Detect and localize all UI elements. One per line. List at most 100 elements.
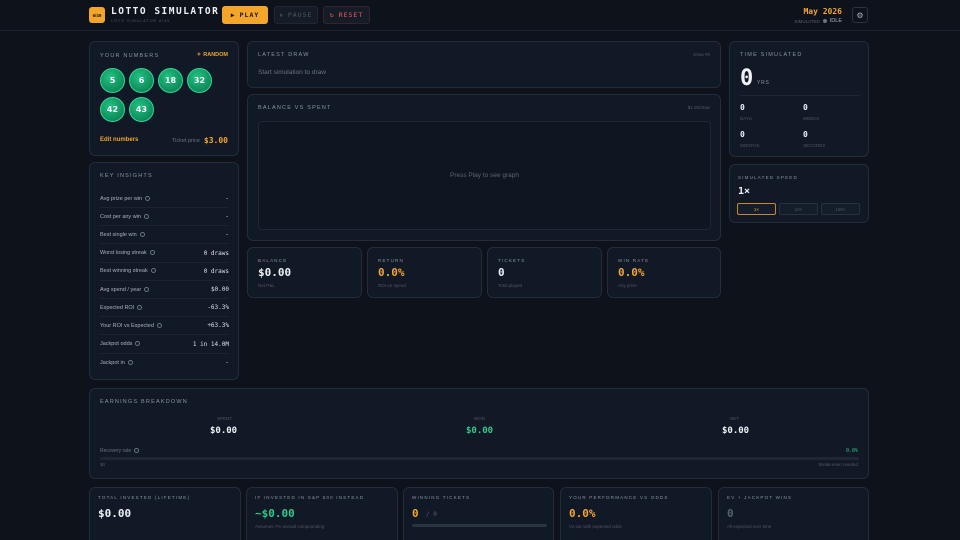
speed-option-10x[interactable]: 10×: [779, 203, 818, 215]
insight-label: Your ROI vs Expected: [100, 322, 154, 329]
info-icon[interactable]: [156, 322, 162, 328]
info-icon[interactable]: [127, 359, 133, 365]
insight-row: Best single win -: [100, 226, 229, 245]
insight-label: Jackpot in: [100, 359, 125, 366]
info-icon[interactable]: [135, 341, 141, 347]
graph-placeholder: Press Play to see graph: [449, 172, 519, 179]
return-label: RETURN: [378, 258, 404, 263]
winning-tickets-bar: [412, 524, 547, 527]
speed-option-1x[interactable]: 1×: [737, 203, 776, 215]
play-button[interactable]: ▶ PLAY: [222, 6, 268, 24]
info-icon[interactable]: [143, 213, 149, 219]
reset-icon: ↻: [329, 11, 335, 19]
won-label: WON: [474, 416, 485, 421]
info-icon[interactable]: [137, 304, 143, 310]
number-ball: 5: [100, 68, 125, 93]
info-icon[interactable]: [145, 195, 151, 201]
sim-date: May 2026: [803, 7, 842, 16]
insight-value: -: [225, 231, 229, 239]
insight-row: Jackpot odds 1 in 14.0M: [100, 336, 229, 354]
insight-value: +63.3%: [207, 322, 229, 330]
info-icon[interactable]: [139, 231, 145, 237]
sim-status: SIMULATED IDLE: [794, 18, 842, 24]
time-divider: [740, 95, 860, 96]
insight-value: -: [225, 359, 229, 367]
insight-row: Cost per any win -: [100, 208, 229, 227]
number-ball: 43: [129, 97, 154, 122]
balance-value: $0.00: [258, 266, 292, 279]
recovery-value: 0.0%: [845, 448, 858, 454]
seconds-value: 0: [803, 130, 808, 139]
insight-label: Worst losing streak: [100, 250, 147, 257]
days-label: DAYS: [740, 116, 752, 121]
insight-label: Cost per any win: [100, 213, 141, 220]
insight-label: Jackpot odds: [100, 341, 133, 348]
winrate-card: WIN RATE 0.0% Any prize: [607, 247, 721, 298]
insight-label-wrap: Avg spend / year: [100, 286, 150, 293]
days-value: 0: [740, 103, 745, 112]
insight-value: 0 draws: [203, 267, 229, 275]
earnings-panel: EARNINGS BREAKDOWN SPENT $0.00 WON $0.00…: [89, 388, 869, 479]
number-ball: 42: [100, 97, 125, 122]
number-ball: 32: [187, 68, 212, 93]
recovery-bar: [100, 457, 859, 460]
play-icon: ▶: [230, 11, 236, 19]
insight-value: 1 in 14.0M: [192, 340, 229, 348]
recovery-label: Recovery rate: [100, 448, 140, 454]
pause-button[interactable]: ⏸ PAUSE: [274, 6, 318, 24]
balance-card: BALANCE $0.00 Net P&L: [247, 247, 362, 298]
number-ball: 6: [129, 68, 154, 93]
numbers-panel: YOUR NUMBERS ✧ RANDOM 5 6 18 32 42 43 Edi…: [89, 41, 239, 156]
edit-numbers-link[interactable]: Edit numbers: [100, 137, 138, 143]
insight-label-wrap: Best single win: [100, 232, 145, 238]
info-icon[interactable]: [149, 250, 155, 256]
insight-row: Best winning streak 0 draws: [100, 263, 229, 281]
insight-label-wrap: Expected ROI: [100, 304, 143, 311]
insight-label-wrap: Cost per any win: [100, 214, 149, 220]
gear-icon: ⚙: [856, 10, 864, 20]
sp500-card: IF INVESTED IN S&P 500 INSTEAD ~$0.00 As…: [246, 487, 398, 540]
insights-title: KEY INSIGHTS: [100, 173, 153, 179]
insight-value: -: [225, 213, 229, 221]
speed-option-100x[interactable]: 100×: [821, 203, 860, 215]
insights-panel: KEY INSIGHTS Avg prize per win - Cost per …: [89, 162, 239, 380]
insight-label: Best winning streak: [100, 268, 148, 275]
net-value: $0.00: [722, 426, 750, 436]
balance-label: BALANCE: [258, 258, 288, 263]
info-icon[interactable]: [150, 268, 156, 274]
insight-row: Your ROI vs Expected +63.3%: [100, 317, 229, 336]
ev-jackpot-sub: All expected over time: [727, 524, 772, 529]
status-dot-icon: [822, 19, 827, 23]
winning-tickets-card: WINNING TICKETS 0 / 0: [403, 487, 554, 540]
sp500-label: IF INVESTED IN S&P 500 INSTEAD: [255, 495, 365, 500]
tickets-value: 0: [498, 266, 505, 279]
insight-label: Avg prize per win: [100, 195, 143, 202]
insight-value: 0 draws: [203, 249, 229, 257]
settings-button[interactable]: ⚙: [852, 7, 868, 23]
ticket-price-label: Ticket price: [172, 138, 200, 144]
info-icon[interactable]: [144, 286, 150, 292]
app-subtitle: LOTO SIMULATOR 6/49: [111, 18, 170, 23]
net-label: NET: [730, 416, 739, 421]
app-header: 6/49 LOTTO SIMULATOR LOTO SIMULATOR 6/49…: [0, 0, 960, 31]
number-ball: 18: [158, 68, 183, 93]
numbers-title: YOUR NUMBERS: [100, 53, 160, 59]
spent-label: SPENT: [217, 416, 233, 421]
tickets-label: TICKETS: [498, 258, 526, 263]
insight-label-wrap: Jackpot odds: [100, 341, 141, 348]
random-button[interactable]: ✧ RANDOM: [197, 52, 228, 58]
winning-tickets-label: WINNING TICKETS: [412, 495, 471, 500]
total-invested-card: TOTAL INVESTED (LIFETIME) $0.00: [89, 487, 241, 540]
time-title: TIME SIMULATED: [740, 52, 803, 58]
insight-label: Avg spend / year: [100, 286, 142, 293]
weeks-value: 0: [803, 103, 808, 112]
speed-value: 1×: [738, 186, 751, 197]
won-value: $0.00: [466, 426, 494, 436]
insight-label-wrap: Your ROI vs Expected: [100, 323, 162, 329]
total-invested-label: TOTAL INVESTED (LIFETIME): [98, 495, 191, 500]
winning-tickets-total: / 0: [426, 511, 437, 518]
insight-row: Jackpot in -: [100, 354, 229, 372]
tickets-card: TICKETS 0 Total played: [487, 247, 602, 298]
reset-button[interactable]: ↻ RESET: [323, 6, 370, 24]
insight-label: Best single win: [100, 231, 137, 238]
